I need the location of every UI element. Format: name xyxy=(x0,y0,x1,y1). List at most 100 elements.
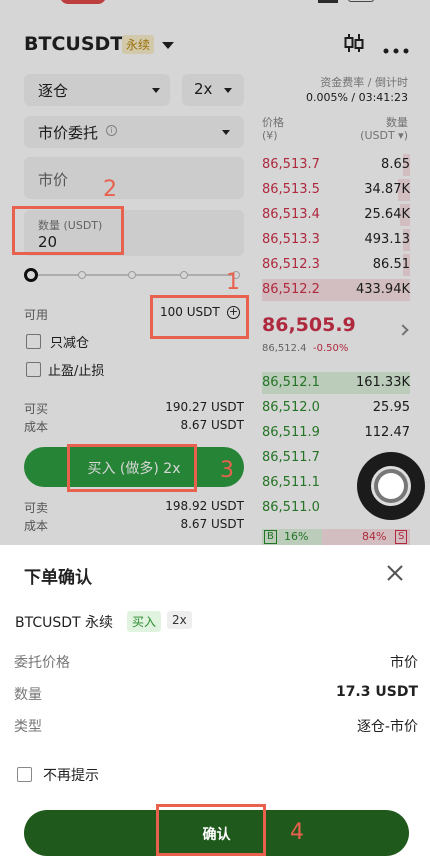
symbol-title[interactable]: BTCUSDT xyxy=(24,33,123,55)
contract-badge: 永续 xyxy=(122,35,155,54)
annotation-number-2: 2 xyxy=(103,177,117,202)
ask-row[interactable]: 86,512.3 86.51 xyxy=(262,254,410,276)
ask-qty: 433.94K xyxy=(355,282,410,297)
ratio-buy-label: B xyxy=(264,530,277,544)
ask-price: 86,513.5 xyxy=(262,182,320,197)
no-remind-checkbox[interactable] xyxy=(17,767,32,782)
annotation-number-1: 1 xyxy=(226,270,240,295)
sheet-symbol: BTCUSDT 永续 xyxy=(15,615,114,631)
buy-cost-value: 8.67 USDT xyxy=(180,418,244,432)
ask-row[interactable]: 86,513.4 25.64K xyxy=(262,204,410,226)
ask-row[interactable]: 86,512.2 433.94K xyxy=(262,279,410,301)
close-icon[interactable] xyxy=(385,563,405,583)
sell-cost-label: 成本 xyxy=(24,519,49,533)
chevron-right-icon[interactable] xyxy=(397,324,409,336)
bid-price: 86,512.0 xyxy=(262,400,320,415)
ask-qty: 25.64K xyxy=(364,207,410,222)
leverage-badge: 2x xyxy=(167,611,192,629)
ask-price: 86,513.7 xyxy=(262,157,320,172)
order-type-caret-icon xyxy=(222,130,230,135)
detail-row-price-value: 市价 xyxy=(390,655,418,671)
price-input[interactable]: 市价 xyxy=(24,157,244,199)
battery-icon xyxy=(348,0,374,2)
annotation-box-4 xyxy=(156,804,266,856)
annotation-number-3: 3 xyxy=(220,458,234,483)
ratio-sell-label: S xyxy=(395,530,408,544)
ask-price: 86,512.2 xyxy=(262,282,320,297)
no-remind-label: 不再提示 xyxy=(43,768,99,784)
bid-price: 86,511.9 xyxy=(262,425,320,440)
signal-icon xyxy=(318,0,338,3)
margin-mode-label: 逐仓 xyxy=(38,82,69,100)
leverage-label: 2x xyxy=(194,80,213,98)
leverage-caret-icon xyxy=(224,88,232,93)
orderbook-price-header: 价格 xyxy=(262,116,284,129)
price-placeholder: 市价 xyxy=(38,171,69,189)
can-sell-value: 198.92 USDT xyxy=(165,499,244,513)
info-icon[interactable]: i xyxy=(106,125,117,136)
margin-mode-caret-icon xyxy=(152,88,160,93)
funding-rate-label: 资金费率 / 倒计时 xyxy=(320,76,408,89)
bid-price: 86,511.1 xyxy=(262,475,320,490)
annotation-number-4: 4 xyxy=(290,820,304,845)
available-label: 可用 xyxy=(24,308,49,322)
bid-qty: 25.95 xyxy=(372,400,410,415)
slider-handle[interactable] xyxy=(24,268,38,282)
ratio-buy-value: 16% xyxy=(284,530,309,543)
ask-price: 86,512.3 xyxy=(262,257,320,272)
bid-row[interactable]: 86,512.1 161.33K xyxy=(262,372,410,394)
bid-row[interactable]: 86,512.0 25.95 xyxy=(262,397,410,419)
bid-qty: 112.47 xyxy=(364,425,411,440)
reduce-only-label: 只减仓 xyxy=(50,336,90,351)
buy-sell-ratio-bar: B 16% 84% S xyxy=(262,529,410,545)
sheet-title: 下单确认 xyxy=(24,568,92,588)
ratio-sell-value: 84% xyxy=(362,530,387,543)
slider-tick-25[interactable] xyxy=(78,271,86,279)
detail-row-type-label: 类型 xyxy=(14,719,42,735)
ask-qty: 8.65 xyxy=(381,157,410,172)
slider-tick-50[interactable] xyxy=(128,271,136,279)
tp-sl-label: 止盈/止损 xyxy=(48,364,105,379)
annotation-box-1 xyxy=(150,295,249,339)
ask-price: 86,513.3 xyxy=(262,232,320,247)
ask-row[interactable]: 86,513.5 34.87K xyxy=(262,179,410,201)
ask-qty: 493.13 xyxy=(364,232,411,247)
chart-candlestick-icon[interactable] xyxy=(343,32,365,54)
ask-qty: 86.51 xyxy=(372,257,410,272)
order-type-select[interactable]: 市价委托 i xyxy=(24,116,244,148)
side-badge: 买入 xyxy=(127,611,162,632)
funding-rate-value: 0.005% / 03:41:23 xyxy=(305,91,408,104)
slider-tick-75[interactable] xyxy=(180,271,188,279)
bid-qty: 161.33K xyxy=(355,375,410,390)
mark-price: 86,512.4 xyxy=(262,343,307,354)
leverage-select[interactable]: 2x xyxy=(182,74,244,106)
margin-mode-select[interactable]: 逐仓 xyxy=(24,74,170,106)
trading-screen: BTCUSDT 永续 逐仓 2x 资金费率 / 倒计时 0.005% / 03:… xyxy=(0,0,430,859)
assistive-touch-button[interactable] xyxy=(357,452,425,520)
bid-row[interactable]: 86,511.9 112.47 xyxy=(262,422,410,444)
quantity-slider[interactable] xyxy=(24,268,246,282)
buy-cost-label: 成本 xyxy=(24,420,49,434)
reduce-only-checkbox[interactable] xyxy=(26,334,41,349)
detail-row-type-value: 逐仓-市价 xyxy=(356,719,418,735)
more-menu-icon[interactable] xyxy=(382,40,410,54)
symbol-dropdown-caret-icon[interactable] xyxy=(162,42,174,49)
orderbook-qty-header: 数量 xyxy=(386,116,408,129)
ask-row[interactable]: 86,513.3 493.13 xyxy=(262,229,410,251)
order-type-label: 市价委托 xyxy=(38,124,99,142)
bid-price: 86,511.0 xyxy=(262,500,320,515)
can-sell-label: 可卖 xyxy=(24,501,49,515)
bid-price: 86,512.1 xyxy=(262,375,320,390)
top-red-tab-fragment xyxy=(60,0,106,4)
tp-sl-checkbox[interactable] xyxy=(26,362,41,377)
can-buy-value: 190.27 USDT xyxy=(165,400,244,414)
annotation-box-3 xyxy=(67,444,197,492)
orderbook-price-unit: (¥) xyxy=(262,129,278,142)
ask-row[interactable]: 86,513.7 8.65 xyxy=(262,154,410,176)
orderbook-qty-unit-select[interactable]: (USDT ▾) xyxy=(360,129,408,142)
can-buy-label: 可买 xyxy=(24,402,49,416)
last-price: 86,505.9 xyxy=(262,314,356,336)
bid-price: 86,511.7 xyxy=(262,450,320,465)
assistive-touch-core xyxy=(378,473,404,499)
detail-row-qty-value: 17.3 USDT xyxy=(335,684,418,700)
